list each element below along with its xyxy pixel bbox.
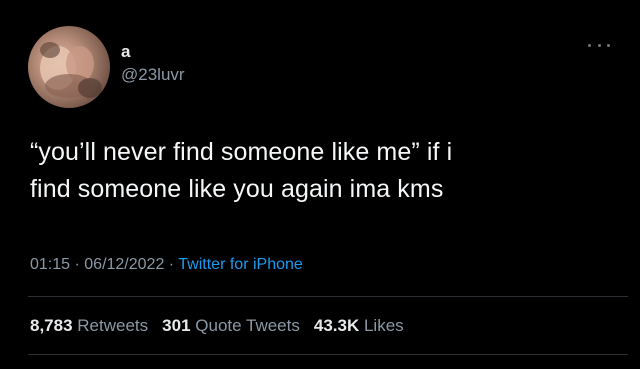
retweets-count: 8,783 (30, 316, 73, 335)
divider (28, 296, 628, 297)
quote-count: 301 (162, 316, 191, 335)
quote-tweets-stat[interactable]: 301 Quote Tweets (162, 316, 300, 335)
likes-label: Likes (363, 316, 404, 335)
author-block: a @23luvr (121, 42, 185, 86)
likes-count: 43.3K (313, 316, 360, 335)
tweet-date[interactable]: 06/12/2022 (84, 256, 164, 273)
tweet-source-link[interactable]: Twitter for iPhone (178, 256, 303, 273)
more-dot (588, 43, 591, 47)
tweet-text-line: “you’ll never find someone like me” if i (30, 138, 453, 166)
more-dot (607, 43, 610, 47)
divider (28, 354, 628, 355)
meta-separator: · (164, 256, 179, 273)
more-options-icon[interactable] (588, 40, 610, 50)
avatar-photo-icon (40, 42, 102, 98)
retweets-stat[interactable]: 8,783 Retweets (30, 316, 148, 335)
avatar[interactable] (28, 26, 110, 108)
tweet-stats: 8,783 Retweets 301 Quote Tweets 43.3K Like… (30, 316, 404, 336)
likes-stat[interactable]: 43.3K Likes (314, 316, 404, 335)
tweet-text: “you’ll never find someone like me” if i… (30, 134, 600, 208)
retweets-label: Retweets (77, 316, 149, 335)
more-dot (597, 43, 601, 47)
tweet-meta: 01:15 · 06/12/2022 · Twitter for iPhone (30, 256, 303, 274)
tweet-text-line: find someone like you again ima kms (30, 175, 444, 203)
user-handle[interactable]: @23luvr (121, 64, 185, 86)
display-name[interactable]: a (121, 42, 185, 62)
meta-separator: · (70, 256, 85, 273)
tweet-time[interactable]: 01:15 (30, 256, 70, 273)
tweet-card: a @23luvr “you’ll never find someone lik… (0, 0, 640, 369)
quote-label: Quote Tweets (195, 316, 300, 335)
